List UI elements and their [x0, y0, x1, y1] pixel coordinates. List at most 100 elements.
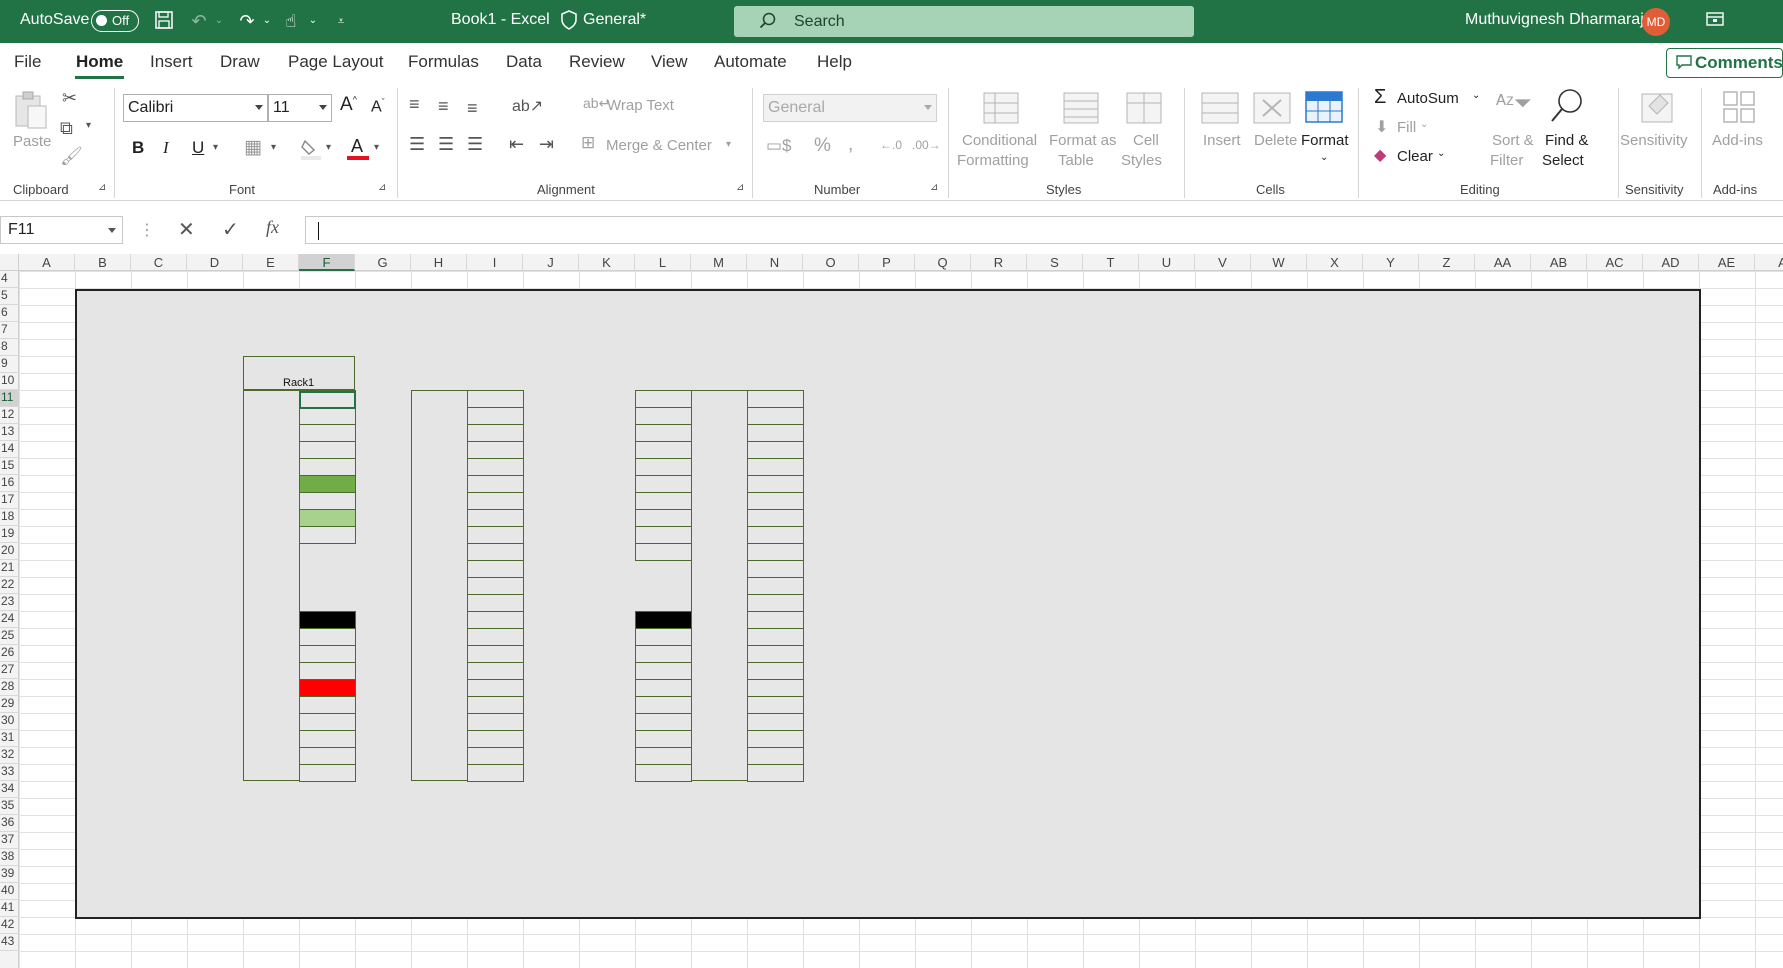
align-top-icon[interactable]: ≡ [409, 94, 420, 115]
rack-slot[interactable] [635, 662, 692, 680]
column-header[interactable]: AB [1531, 254, 1587, 271]
rack-slot[interactable] [467, 747, 524, 765]
tab-view[interactable]: View [651, 52, 688, 72]
underline-button[interactable]: U [192, 138, 204, 158]
rack-slot[interactable] [747, 764, 804, 782]
rack-slot[interactable] [747, 594, 804, 612]
rack-slot[interactable] [747, 713, 804, 731]
row-header[interactable]: 36 [0, 815, 19, 832]
fill-button[interactable]: Fill [1397, 119, 1416, 136]
merge-dropdown-icon[interactable]: ▾ [726, 139, 731, 150]
row-header[interactable]: 27 [0, 662, 19, 679]
column-header[interactable]: C [131, 254, 187, 271]
row-header[interactable]: 9 [0, 356, 19, 373]
format-cells-icon[interactable] [1305, 88, 1343, 124]
rack-slot[interactable] [299, 611, 356, 629]
user-name[interactable]: Muthuvignesh Dharmaraj [1465, 11, 1644, 29]
column-header[interactable]: B [75, 254, 131, 271]
ribbon-display-options-icon[interactable] [1704, 10, 1726, 32]
decrease-indent-icon[interactable]: ⇤ [509, 134, 524, 155]
row-header[interactable]: 18 [0, 509, 19, 526]
rack-slot[interactable] [467, 509, 524, 527]
borders-dropdown-icon[interactable]: ▾ [271, 142, 276, 153]
rack-slot[interactable] [467, 696, 524, 714]
column-header[interactable]: N [747, 254, 803, 271]
rack-slot[interactable] [467, 662, 524, 680]
rack-slot[interactable] [635, 611, 692, 629]
increase-decimal-icon[interactable]: ←.0 [880, 138, 902, 152]
row-header[interactable]: 42 [0, 917, 19, 934]
search-box[interactable]: Search [734, 6, 1194, 37]
row-header[interactable]: 15 [0, 458, 19, 475]
row-header[interactable]: 32 [0, 747, 19, 764]
clipboard-launcher-icon[interactable]: ⊿ [98, 182, 106, 193]
delete-cells-label[interactable]: Delete [1254, 132, 1297, 149]
rack-slot[interactable] [299, 492, 356, 510]
fill-color-dropdown-icon[interactable]: ▾ [326, 142, 331, 153]
row-header[interactable]: 12 [0, 407, 19, 424]
format-cells-label[interactable]: Format [1301, 132, 1349, 149]
avatar[interactable]: MD [1642, 8, 1670, 36]
row-header[interactable]: 8 [0, 339, 19, 356]
rack-slot[interactable] [747, 628, 804, 646]
column-header[interactable]: G [355, 254, 411, 271]
fill-dropdown-icon[interactable]: ⌄ [1420, 119, 1428, 130]
clear-dropdown-icon[interactable]: ⌄ [1437, 148, 1445, 159]
comments-button[interactable]: Comments [1666, 48, 1783, 78]
align-left-icon[interactable]: ☰ [409, 134, 425, 155]
rack-slot[interactable] [635, 424, 692, 442]
column-header[interactable]: R [971, 254, 1027, 271]
delete-cells-icon[interactable] [1253, 92, 1291, 124]
rack-slot[interactable] [635, 679, 692, 697]
touch-dropdown-icon[interactable]: ⌄ [302, 10, 324, 32]
rack-slot[interactable] [299, 628, 356, 646]
decrease-decimal-icon[interactable]: .00→ [912, 138, 941, 152]
column-header[interactable]: V [1195, 254, 1251, 271]
align-right-icon[interactable]: ☰ [467, 134, 483, 155]
underline-dropdown-icon[interactable]: ▾ [213, 142, 218, 153]
wrap-text-button[interactable]: Wrap Text [607, 97, 674, 114]
rack-slot[interactable] [747, 577, 804, 595]
rack-slot[interactable] [299, 764, 356, 782]
rack-slot[interactable] [747, 509, 804, 527]
tab-insert[interactable]: Insert [150, 52, 193, 72]
rack-slot[interactable] [467, 458, 524, 476]
cancel-entry-icon[interactable]: ✕ [178, 217, 195, 242]
rack-slot[interactable] [747, 543, 804, 561]
row-header[interactable]: 13 [0, 424, 19, 441]
rack-slot[interactable] [467, 628, 524, 646]
format-dropdown-icon[interactable]: ⌄ [1320, 152, 1328, 163]
autosum-dropdown-icon[interactable]: ⌄ [1472, 90, 1480, 101]
formula-input[interactable] [305, 216, 1783, 244]
rack-slot[interactable] [635, 390, 692, 408]
align-middle-icon[interactable]: ≡ [438, 96, 449, 117]
column-header[interactable]: Y [1363, 254, 1419, 271]
tab-help[interactable]: Help [817, 52, 852, 72]
italic-button[interactable]: I [163, 138, 169, 158]
comma-style-icon[interactable]: , [848, 134, 853, 156]
row-header[interactable]: 25 [0, 628, 19, 645]
rack-slot[interactable] [299, 526, 356, 544]
font-launcher-icon[interactable]: ⊿ [378, 182, 386, 193]
insert-function-button[interactable]: fx [266, 217, 279, 238]
align-bottom-icon[interactable]: ≡ [467, 98, 478, 119]
rack-slot[interactable] [747, 560, 804, 578]
more-options-icon[interactable]: ⋮ [139, 220, 155, 240]
rack-slot[interactable] [467, 679, 524, 697]
copy-dropdown-icon[interactable]: ▾ [86, 120, 91, 131]
paste-label[interactable]: Paste [13, 133, 51, 150]
rack-slot[interactable] [467, 441, 524, 459]
rack-slot[interactable] [467, 492, 524, 510]
tab-file[interactable]: File [14, 52, 41, 72]
rack-slot[interactable] [635, 764, 692, 782]
rack-slot[interactable] [467, 526, 524, 544]
format-as-table-label-2[interactable]: Table [1058, 152, 1094, 169]
fill-color-icon[interactable] [300, 137, 322, 161]
row-header[interactable]: 33 [0, 764, 19, 781]
tab-home[interactable]: Home [76, 52, 123, 72]
rack-slot[interactable] [467, 543, 524, 561]
save-icon[interactable] [153, 10, 175, 32]
row-header[interactable]: 11 [0, 390, 19, 407]
column-header[interactable]: Z [1419, 254, 1475, 271]
rack-slot[interactable] [299, 645, 356, 663]
